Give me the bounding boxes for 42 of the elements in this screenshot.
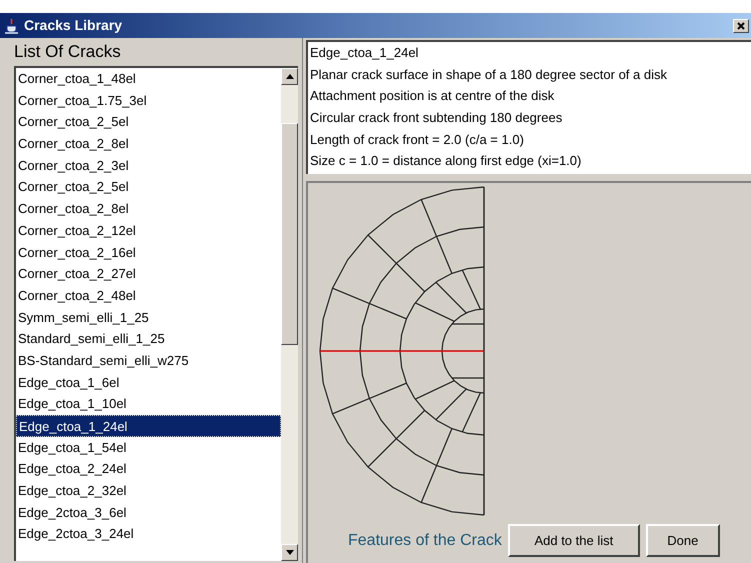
list-item[interactable]: Corner_ctoa_2_27el [16, 263, 281, 285]
list-item[interactable]: Edge_2ctoa_3_6el [16, 502, 281, 524]
detail-line: Length of crack front = 2.0 (c/a = 1.0) [310, 130, 525, 149]
list-item[interactable]: Corner_ctoa_2_5el [16, 176, 281, 198]
scrollbar[interactable] [281, 68, 298, 561]
list-item[interactable]: Corner_ctoa_2_5el [16, 111, 281, 134]
dialog-button[interactable]: Add to the list [508, 524, 640, 557]
scroll-thumb[interactable] [281, 123, 298, 345]
list-item[interactable]: Corner_ctoa_2_8el [16, 198, 281, 220]
scroll-down-button[interactable] [281, 544, 298, 561]
window-title: Cracks Library [24, 16, 122, 35]
up-arrow-icon [286, 74, 294, 79]
list-heading: List Of Cracks [14, 41, 122, 63]
list-item[interactable]: Standard_semi_elli_1_25 [16, 328, 281, 350]
detail-line: Circular crack front subtending 180 degrees [310, 109, 564, 128]
detail-line: Attachment position is at centre of the disk [310, 87, 556, 106]
list-item[interactable]: Edge_ctoa_1_54el [16, 436, 281, 458]
list-item[interactable]: Edge_ctoa_1_10el [16, 393, 281, 415]
list-item[interactable]: Edge_ctoa_1_24el [16, 415, 281, 437]
list-item[interactable]: Corner_ctoa_2_16el [16, 242, 281, 264]
detail-line: Edge_ctoa_1_24el [310, 44, 420, 62]
detail-line: Planar crack surface in shape of a 180 degree sector of a disk [310, 66, 668, 84]
list-item[interactable]: Corner_ctoa_2_12el [16, 220, 281, 242]
detail-line: Size c = 1.0 = distance along first edge (xi=1.0) [310, 152, 582, 170]
close-button[interactable] [733, 18, 749, 32]
coffee-cup-icon [4, 18, 20, 34]
list-item[interactable]: Edge_ctoa_1_6el [16, 372, 281, 394]
list-item[interactable]: Edge_ctoa_2_32el [16, 480, 281, 502]
list-item[interactable]: Edge_2ctoa_3_24el [16, 523, 281, 546]
list-item[interactable]: Symm_semi_elli_1_25 [16, 306, 281, 328]
list-item[interactable]: Corner_ctoa_2_3el [16, 154, 281, 176]
list-item[interactable]: Edge_ctoa_2_24el [16, 458, 281, 480]
list-item[interactable]: BS-Standard_semi_elli_w275 [16, 350, 281, 372]
down-arrow-icon [286, 550, 294, 555]
list-item[interactable]: Corner_ctoa_2_48el [16, 284, 281, 307]
close-icon [737, 22, 745, 30]
list-item[interactable]: Corner_ctoa_1_48el [16, 68, 281, 90]
dialog-button[interactable]: Done [646, 524, 720, 557]
scroll-up-button[interactable] [281, 68, 298, 85]
list-item[interactable]: Corner_ctoa_2_8el [16, 133, 281, 155]
features-label: Features of the Crack [348, 530, 502, 550]
list-item[interactable]: Corner_ctoa_1.75_3el [16, 90, 281, 112]
